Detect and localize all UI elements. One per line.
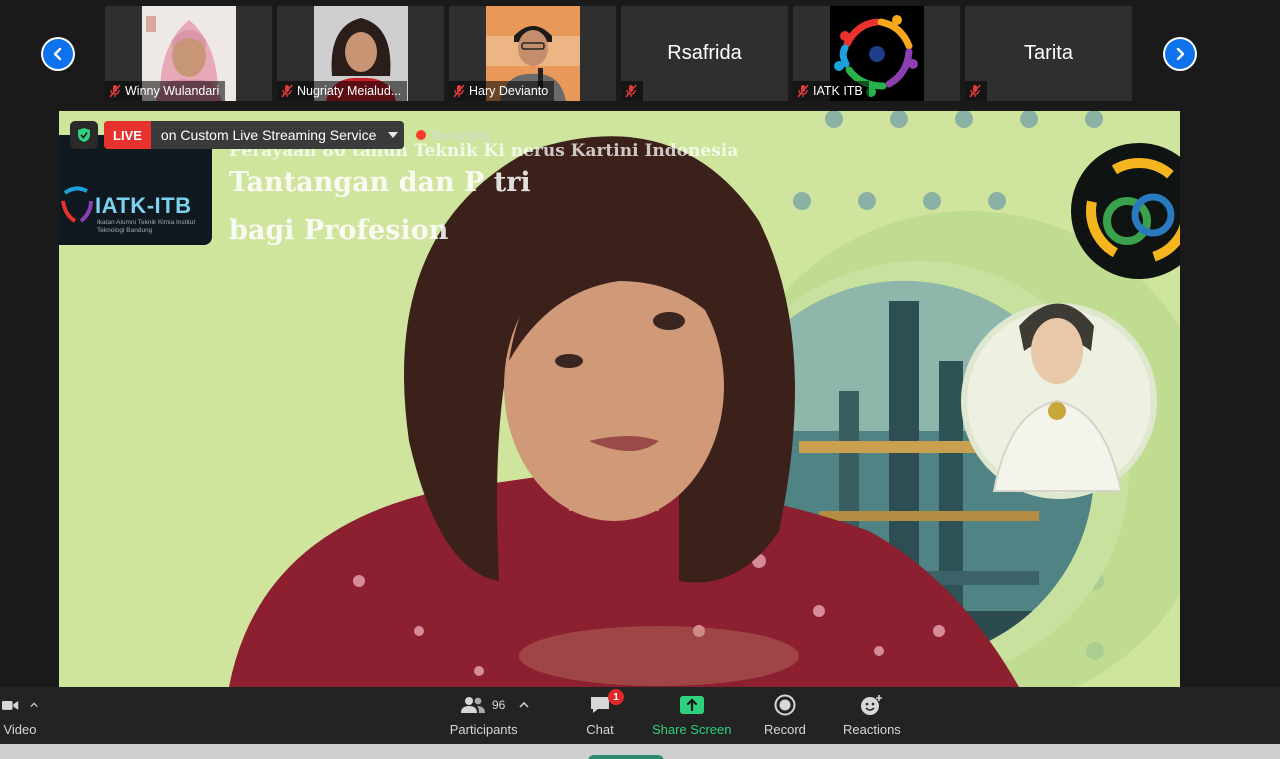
smiley-add-icon <box>860 695 882 715</box>
footer-pill <box>588 755 664 759</box>
participant-name-bar: Hary Devianto <box>449 81 555 101</box>
gallery-prev-button[interactable] <box>41 37 75 71</box>
slide-title-line1: Tantangan dan P tri <box>229 167 531 198</box>
meeting-toolbar: Video 96 Participants 1 Chat Share Scree… <box>0 687 1280 744</box>
participant-name-bar <box>621 81 643 101</box>
chat-unread-badge: 1 <box>608 689 624 705</box>
video-label: Video <box>3 722 37 737</box>
caret-up-icon[interactable] <box>519 702 529 708</box>
record-label: Record <box>764 722 806 737</box>
shield-icon <box>78 128 90 142</box>
record-button[interactable]: Record <box>764 693 806 737</box>
zoom-meeting-window: Winny Wulandari Nugriaty Meialud... Hary… <box>0 0 1280 759</box>
active-speaker-video[interactable]: Perayaan 80 tahun Teknik Ki nerus Kartin… <box>59 111 1180 687</box>
mic-muted-icon <box>453 84 465 98</box>
participants-label: Participants <box>449 722 518 737</box>
participant-name-bar: Nugriaty Meialud... <box>277 81 408 101</box>
participants-count: 96 <box>492 698 506 712</box>
chevron-left-icon <box>53 47 62 61</box>
participant-tile[interactable]: Tarita <box>965 6 1132 101</box>
org-logo-badge: IATK-ITB Ikatan Alumni Teknik Kimia Inst… <box>59 135 212 245</box>
live-stream-dropdown[interactable]: LIVE on Custom Live Streaming Service <box>104 121 405 149</box>
participant-tile[interactable]: Nugriaty Meialud... <box>277 6 444 101</box>
participant-name-bar: IATK ITB <box>793 81 869 101</box>
org-subtitle: Ikatan Alumni Teknik Kimia Institut Tekn… <box>97 219 196 234</box>
participant-name-bar <box>965 81 987 101</box>
recording-dot-icon <box>416 130 427 140</box>
reactions-label: Reactions <box>843 722 901 737</box>
mic-muted-icon <box>281 84 293 98</box>
recording-label: Recording <box>431 127 491 143</box>
chat-label: Chat <box>586 722 614 737</box>
share-screen-icon <box>679 696 704 714</box>
participant-name: Nugriaty Meialud... <box>297 84 402 98</box>
participant-name: IATK ITB <box>813 84 863 98</box>
share-screen-label: Share Screen <box>652 722 732 737</box>
video-camera-icon <box>2 700 19 710</box>
slide-title-line2: bagi Profesion <box>229 215 449 246</box>
caret-down-icon <box>382 132 404 138</box>
mic-muted-icon <box>797 84 809 98</box>
security-shield-button[interactable] <box>70 121 98 149</box>
chevron-right-icon <box>1176 47 1185 61</box>
participant-tile[interactable]: Winny Wulandari <box>105 6 272 101</box>
participant-gallery-strip: Winny Wulandari Nugriaty Meialud... Hary… <box>105 6 1132 101</box>
mic-muted-icon <box>969 84 981 98</box>
chat-button[interactable]: 1 Chat <box>586 689 624 737</box>
share-screen-button[interactable]: Share Screen <box>652 693 732 737</box>
mic-muted-icon <box>109 84 121 98</box>
participant-tile[interactable]: Rsafrida <box>621 6 788 101</box>
live-status-bar: LIVE on Custom Live Streaming Service Re… <box>70 121 491 149</box>
gallery-next-button[interactable] <box>1163 37 1197 71</box>
video-button[interactable]: Video <box>2 693 38 737</box>
participant-name-placeholder: Rsafrida <box>667 42 742 64</box>
participants-button[interactable]: 96 Participants <box>450 693 529 737</box>
participant-tile[interactable]: Hary Devianto <box>449 6 616 101</box>
mic-muted-icon <box>625 84 637 98</box>
org-name: IATK-ITB <box>95 193 192 218</box>
record-icon <box>774 694 796 716</box>
caret-up-icon[interactable] <box>30 702 38 708</box>
participant-name-bar: Winny Wulandari <box>105 81 226 101</box>
participant-name: Hary Devianto <box>469 84 549 98</box>
live-badge: LIVE <box>104 121 151 149</box>
participant-name: Winny Wulandari <box>125 84 220 98</box>
window-footer <box>0 744 1280 759</box>
reactions-button[interactable]: Reactions <box>843 693 901 737</box>
recording-indicator[interactable]: Recording <box>416 127 491 143</box>
org-logo-icon <box>61 186 93 223</box>
participant-name-placeholder: Tarita <box>1024 42 1073 64</box>
participant-tile[interactable]: IATK ITB <box>793 6 960 101</box>
live-stream-text: on Custom Live Streaming Service <box>160 127 377 143</box>
participants-icon <box>461 697 485 713</box>
speaker-video-frame <box>59 111 1180 687</box>
